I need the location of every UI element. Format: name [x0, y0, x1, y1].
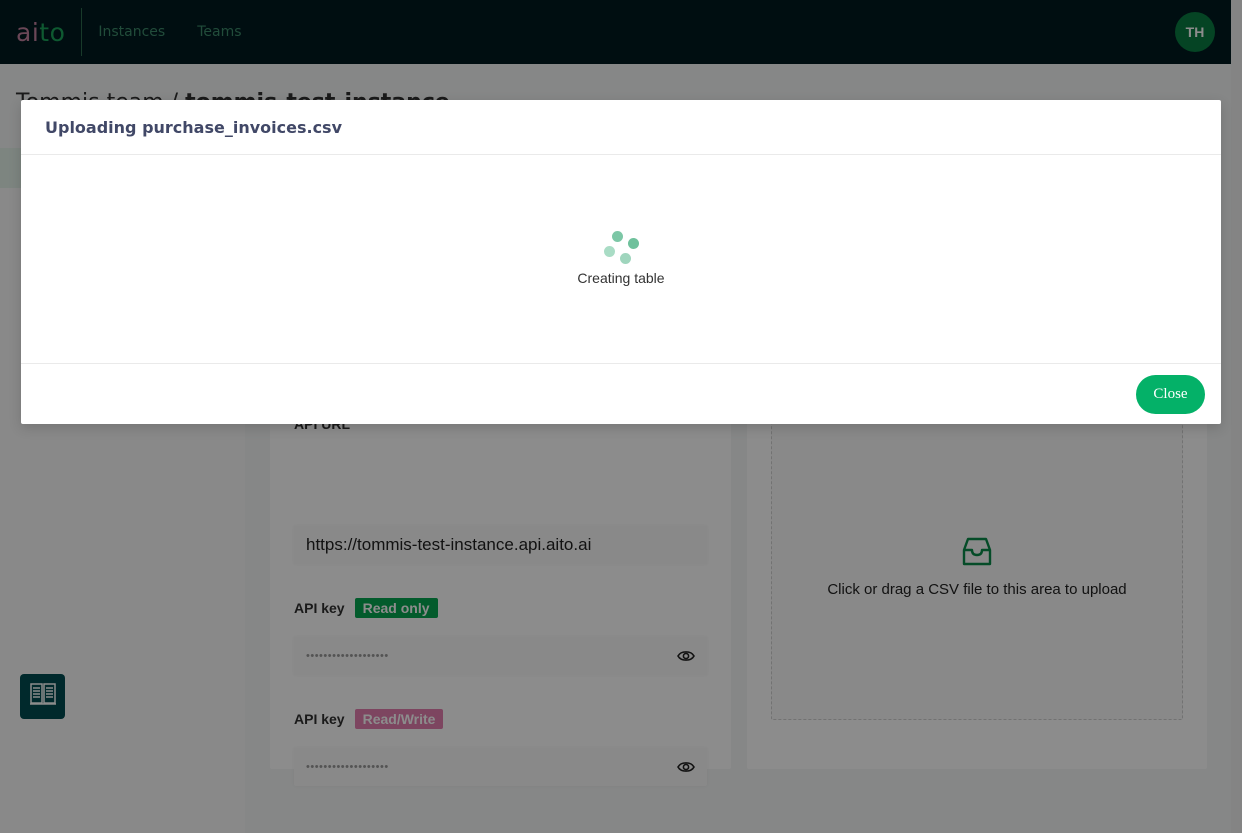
spinner-dot [628, 238, 639, 249]
loading-spinner-icon [601, 225, 641, 264]
modal-title: Uploading purchase_invoices.csv [45, 117, 343, 137]
spinner-dot [612, 231, 623, 242]
modal-body: Creating table [21, 155, 1221, 364]
upload-progress-modal: Uploading purchase_invoices.csv Creating… [21, 100, 1221, 424]
spinner-dot [604, 246, 615, 257]
modal-header: Uploading purchase_invoices.csv [21, 100, 1221, 155]
modal-footer: Close [21, 364, 1221, 423]
upload-status-text: Creating table [577, 270, 665, 286]
close-button[interactable]: Close [1136, 375, 1205, 414]
spinner-dot [620, 253, 631, 264]
